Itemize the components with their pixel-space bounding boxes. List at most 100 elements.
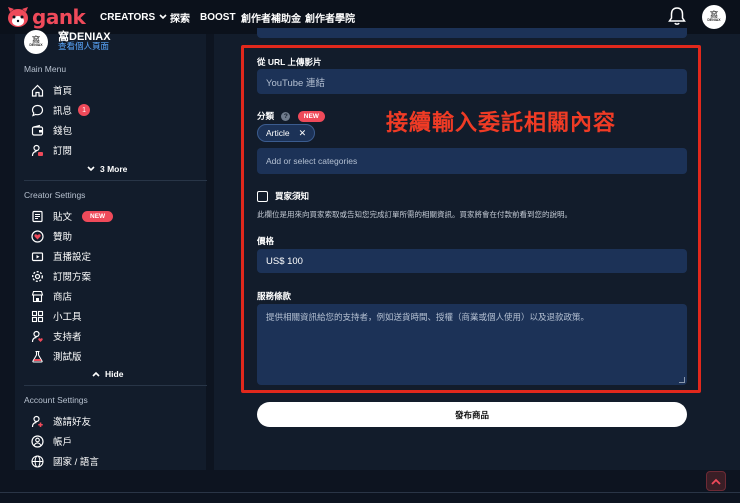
close-icon[interactable]: ✕ bbox=[299, 128, 307, 139]
chevron-down-icon bbox=[159, 12, 167, 23]
buyer-notice-checkbox[interactable] bbox=[257, 190, 268, 202]
show-more-toggle[interactable]: 3 More bbox=[87, 163, 127, 175]
sidebar-item-widgets[interactable]: 小工具 bbox=[30, 308, 82, 324]
sidebar-item-home[interactable]: 首頁 bbox=[30, 82, 72, 98]
heart-icon bbox=[30, 229, 44, 243]
sidebar-item-label: 邀請好友 bbox=[53, 417, 92, 428]
hide-toggle[interactable]: Hide bbox=[92, 368, 123, 380]
buyer-notice-description: 此欄位是用來向買家索取或告知您完成訂單所需的相關資訊。買家將會在付款前看到您的說… bbox=[257, 210, 572, 219]
post-icon bbox=[30, 209, 44, 223]
sidebar-divider bbox=[24, 180, 207, 181]
hide-label: Hide bbox=[105, 369, 124, 379]
gear-icon bbox=[30, 269, 44, 283]
sidebar-item-label: 帳戶 bbox=[53, 437, 73, 448]
footer-divider bbox=[0, 492, 740, 493]
category-chip-article: Article ✕ bbox=[257, 124, 316, 142]
sidebar-item-donations[interactable]: 贊助 bbox=[30, 228, 72, 244]
youtube-url-input[interactable]: YouTube 連結 bbox=[257, 69, 687, 94]
show-more-label: 3 More bbox=[100, 164, 128, 174]
view-profile-link[interactable]: 查看個人頁面 bbox=[58, 40, 109, 52]
category-input[interactable]: Add or select categories bbox=[257, 148, 687, 174]
nav-creator-fund[interactable]: 創作者補助金 bbox=[241, 10, 301, 25]
message-count-badge: 1 bbox=[78, 104, 91, 116]
sidebar-item-label: 直播設定 bbox=[53, 252, 92, 263]
category-label-row: 分類 ? NEW bbox=[257, 110, 325, 123]
sidebar-item-wallet[interactable]: 錢包 bbox=[30, 122, 72, 138]
sidebar-item-label: 商店 bbox=[53, 292, 73, 303]
sidebar-item-label: 訂閱 bbox=[53, 146, 73, 157]
gank-logo[interactable]: gank bbox=[6, 5, 86, 29]
wallet-icon bbox=[30, 123, 44, 137]
sidebar-item-label: 國家 / 語言 bbox=[53, 457, 99, 468]
price-label: 價格 bbox=[257, 236, 275, 246]
category-chip-label: Article bbox=[266, 128, 290, 138]
nav-boost[interactable]: BOOST bbox=[200, 12, 236, 23]
nav-creators[interactable]: CREATORS bbox=[100, 12, 167, 23]
price-value: US$ 100 bbox=[266, 255, 303, 267]
chevron-up-icon bbox=[711, 472, 721, 490]
price-input[interactable]: US$ 100 bbox=[257, 249, 687, 273]
sidebar-item-label: 測試版 bbox=[53, 352, 82, 363]
sidebar-item-messages[interactable]: 訊息 1 bbox=[30, 102, 91, 118]
sidebar-item-shop[interactable]: 商店 bbox=[30, 288, 72, 304]
terms-placeholder: 提供相關資訊給您的支持者，例如送貨時間、授權（商業或個人使用）以及退款政策。 bbox=[266, 312, 590, 322]
chevron-down-icon bbox=[87, 164, 95, 174]
publish-product-button[interactable]: 發布商品 bbox=[257, 402, 687, 427]
product-form-panel: 從 URL 上傳影片 YouTube 連結 分類 ? NEW Article ✕… bbox=[214, 28, 740, 470]
avatar-subtext: DENIAX bbox=[707, 18, 721, 23]
terms-label: 服務條款 bbox=[257, 291, 292, 301]
sidebar-item-label: 貼文 bbox=[53, 212, 73, 223]
nav-explore[interactable]: 探索 bbox=[170, 10, 190, 25]
stream-icon bbox=[30, 249, 44, 263]
youtube-url-placeholder: YouTube 連結 bbox=[266, 77, 325, 89]
sidebar-item-subscriptions[interactable]: 訂閱 bbox=[30, 142, 72, 158]
new-badge: NEW bbox=[297, 111, 325, 123]
chevron-up-icon bbox=[92, 369, 100, 379]
home-icon bbox=[30, 83, 44, 97]
invite-icon bbox=[30, 414, 44, 428]
main-menu-title: Main Menu bbox=[24, 64, 67, 74]
sidebar-item-country-language[interactable]: 國家 / 語言 bbox=[30, 453, 99, 469]
buyer-notice-label: 買家須知 bbox=[275, 191, 310, 201]
sidebar-item-label: 錢包 bbox=[53, 126, 73, 137]
nav-creators-label: CREATORS bbox=[100, 11, 156, 23]
sidebar-item-subscription-plans[interactable]: 訂閱方案 bbox=[30, 268, 91, 284]
globe-icon bbox=[30, 454, 44, 468]
sidebar-item-account[interactable]: 帳戶 bbox=[30, 433, 72, 449]
sidebar-item-supporters[interactable]: 支持者 bbox=[30, 328, 82, 344]
avatar[interactable]: 窩 DENIAX bbox=[702, 5, 726, 29]
profile-header: 窩 DENIAX 窩DENIAX 查看個人頁面 bbox=[24, 30, 111, 54]
buyer-notice-row: 買家須知 bbox=[257, 190, 309, 202]
shop-icon bbox=[30, 289, 44, 303]
resize-handle-icon[interactable] bbox=[679, 377, 685, 383]
sidebar-item-label: 訂閱方案 bbox=[53, 272, 92, 283]
creator-settings-title: Creator Settings bbox=[24, 190, 86, 200]
widget-icon bbox=[30, 309, 44, 323]
sidebar-item-label: 首頁 bbox=[53, 86, 73, 97]
annotation-text: 接續輸入委託相關內容 bbox=[386, 111, 617, 136]
help-icon[interactable]: ? bbox=[281, 112, 291, 122]
profile-avatar-subtext: DENIAX bbox=[29, 43, 43, 48]
account-settings-title: Account Settings bbox=[24, 395, 88, 405]
sidebar: 窩 DENIAX 窩DENIAX 查看個人頁面 Main Menu 首頁 訊息 … bbox=[15, 30, 207, 470]
sidebar-item-posts[interactable]: 貼文 NEW bbox=[30, 208, 114, 224]
previous-field[interactable] bbox=[257, 28, 687, 38]
account-icon bbox=[30, 434, 44, 448]
sidebar-item-invite-friends[interactable]: 邀請好友 bbox=[30, 413, 91, 429]
scroll-to-top-button[interactable] bbox=[706, 471, 726, 491]
subscriber-icon bbox=[30, 143, 44, 157]
terms-textarea[interactable]: 提供相關資訊給您的支持者，例如送貨時間、授權（商業或個人使用）以及退款政策。 bbox=[257, 304, 687, 385]
sidebar-item-beta[interactable]: 測試版 bbox=[30, 348, 82, 364]
sidebar-divider bbox=[24, 385, 207, 386]
sidebar-item-label: 小工具 bbox=[53, 312, 82, 323]
beta-icon bbox=[30, 349, 44, 363]
nav-creator-academy[interactable]: 創作者學院 bbox=[305, 10, 355, 25]
sidebar-item-label: 支持者 bbox=[53, 332, 82, 343]
category-label: 分類 bbox=[257, 111, 275, 121]
brand-name: gank bbox=[32, 5, 86, 29]
profile-avatar[interactable]: 窩 DENIAX bbox=[24, 30, 48, 54]
sidebar-item-stream-settings[interactable]: 直播設定 bbox=[30, 248, 91, 264]
red-panda-logo-icon bbox=[6, 6, 30, 28]
chat-icon bbox=[30, 103, 44, 117]
url-upload-label: 從 URL 上傳影片 bbox=[257, 57, 322, 67]
